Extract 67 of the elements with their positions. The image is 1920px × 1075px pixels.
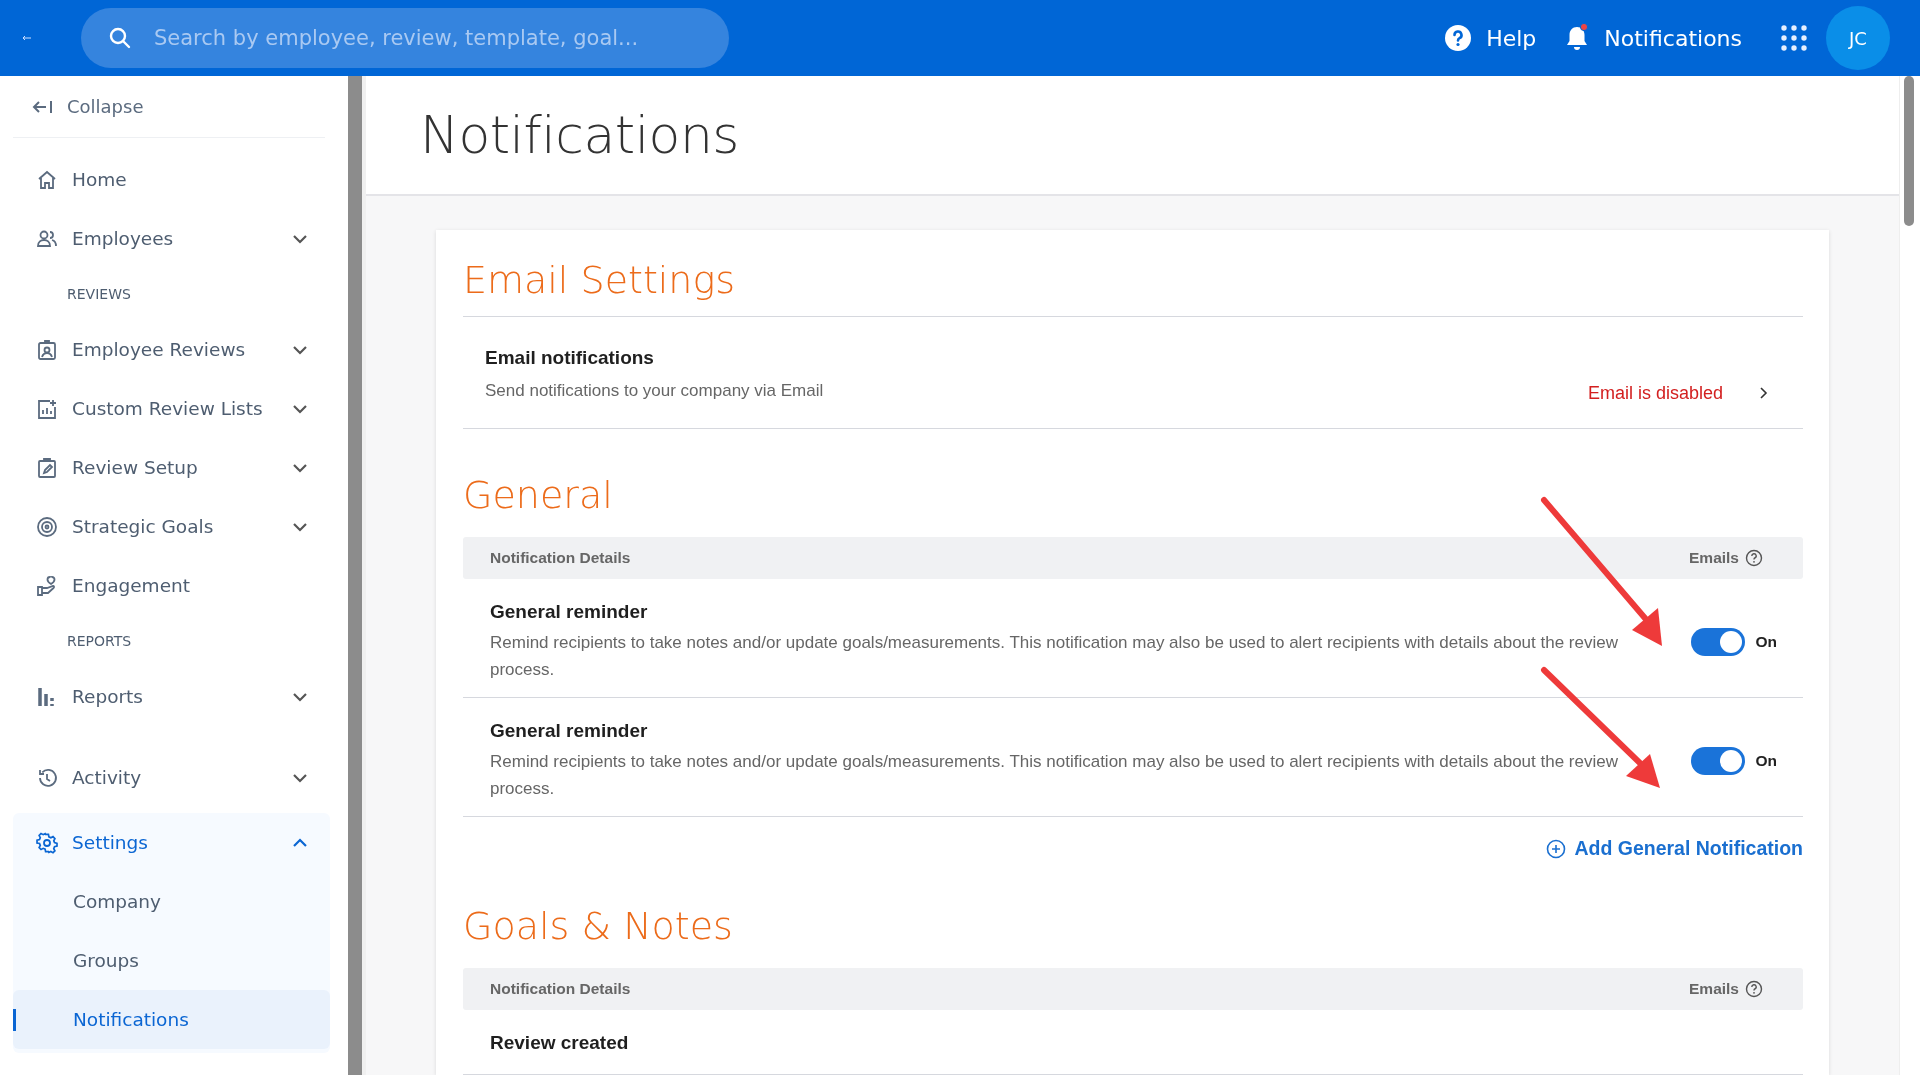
nav-item[interactable]: Reports <box>13 667 330 726</box>
setting-title: Email notifications <box>485 347 655 369</box>
notifications-link[interactable]: Notifications <box>1564 23 1742 53</box>
add-notification-link[interactable]: Add General Notification <box>1546 837 1803 860</box>
help-icon[interactable] <box>1745 549 1763 567</box>
chart-icon <box>36 397 58 420</box>
plus-circle-icon <box>1546 838 1567 859</box>
nav-section-label: REPORTS <box>66 632 133 651</box>
user-avatar[interactable]: JC <box>1826 6 1890 70</box>
section-heading: General <box>463 472 614 519</box>
email-toggle[interactable] <box>1691 628 1746 656</box>
setting-description: Send notifications to your company via Email <box>485 380 825 402</box>
clipboard-icon <box>36 456 58 479</box>
section-heading: Email Settings <box>463 252 1803 317</box>
chevron-up-icon <box>292 837 308 848</box>
settings-icon <box>36 831 58 854</box>
email-toggle[interactable] <box>1691 747 1746 775</box>
nav-item[interactable]: Review Setup <box>13 438 330 497</box>
page-title: Notifications <box>420 105 739 165</box>
notification-description: Remind recipients to take notes and/or update goals/measurements. This notification may also be used to alert recipients with details about the review process. <box>490 751 1619 800</box>
notification-title: General reminder <box>490 601 649 623</box>
nav-subitem[interactable]: Groups <box>13 931 330 990</box>
chevron-down-icon <box>292 233 308 244</box>
nav-section-label: REVIEWS <box>66 285 132 304</box>
nav-item[interactable]: Custom Review Lists <box>13 379 330 438</box>
column-header: Notification Details <box>490 549 632 567</box>
sidebar-scrollbar[interactable] <box>348 76 362 1075</box>
chevron-down-icon <box>292 521 308 532</box>
collapse-arrow-icon <box>31 98 53 115</box>
nav-subitem[interactable]: Company <box>13 872 330 931</box>
email-status-link[interactable]: Email is disabled <box>1587 383 1723 404</box>
back-arrow-icon[interactable] <box>22 35 32 41</box>
nav-item[interactable]: Employee Reviews <box>13 320 330 379</box>
nav-item[interactable]: Home <box>13 150 330 209</box>
notification-description: Remind recipients to take notes and/or update goals/measurements. This notification may also be used to alert recipients with details about the review process. <box>490 632 1619 681</box>
id-badge-icon <box>36 338 58 361</box>
history-icon <box>36 766 58 789</box>
nav-item[interactable]: Settings <box>13 813 330 872</box>
section-heading: Goals & Notes <box>463 903 734 950</box>
chevron-down-icon <box>292 462 308 473</box>
column-header: Notification Details <box>490 980 632 998</box>
column-header: Emails <box>1689 549 1739 567</box>
hand-heart-icon <box>36 574 58 597</box>
chevron-down-icon <box>292 403 308 414</box>
search-field[interactable]: Search by employee, review, template, goal... <box>81 8 729 68</box>
column-header: Emails <box>1689 980 1739 998</box>
notification-title: General reminder <box>490 720 649 742</box>
help-icon <box>1444 24 1473 52</box>
collapse-button[interactable]: Collapse <box>13 76 330 137</box>
nav-item[interactable]: Activity <box>13 748 330 807</box>
nav-subitem[interactable]: Notifications <box>13 990 330 1049</box>
home-icon <box>36 168 58 191</box>
chevron-down-icon <box>292 344 308 355</box>
nav-item[interactable]: Employees <box>13 209 330 268</box>
chevron-right-icon[interactable] <box>1759 386 1769 400</box>
apps-grid-icon[interactable] <box>1780 24 1808 52</box>
notification-title: Review created <box>490 1032 630 1054</box>
nav-item[interactable]: Engagement <box>13 556 330 615</box>
chevron-down-icon <box>292 691 308 702</box>
toggle-label: On <box>1755 752 1777 770</box>
toggle-label: On <box>1755 633 1777 651</box>
help-icon[interactable] <box>1745 980 1763 998</box>
target-icon <box>36 515 58 538</box>
help-link[interactable]: Help <box>1444 24 1537 52</box>
chevron-down-icon <box>292 772 308 783</box>
nav-item[interactable]: Strategic Goals <box>13 497 330 556</box>
search-icon <box>109 27 131 49</box>
